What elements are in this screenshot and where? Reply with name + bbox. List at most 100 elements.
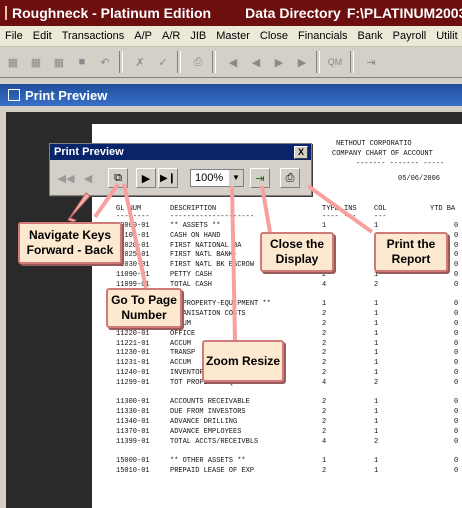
print-icon[interactable]: ⎙ <box>188 52 208 72</box>
report-divider: ------- ------- ----- <box>356 160 445 168</box>
floating-toolbar-titlebar[interactable]: Print Preview X <box>50 144 311 160</box>
menu-ap[interactable]: A/P <box>129 30 157 42</box>
row-col: 1 <box>374 271 379 279</box>
next-page-icon[interactable]: ▶ <box>136 168 156 188</box>
row-ytd: 0 <box>454 251 459 260</box>
row-ytd: 0 <box>454 457 459 466</box>
row-ytd: 0 <box>454 241 459 250</box>
table-row <box>92 389 462 398</box>
save-icon[interactable]: ■ <box>72 52 92 72</box>
table-row: 11220-01 OFFICE 2 1 0 <box>92 330 462 339</box>
report-title: COMPANY CHART OF ACCOUNT <box>332 150 433 158</box>
menu-utilities[interactable]: Utilit <box>431 30 462 42</box>
menu-jib[interactable]: JIB <box>185 30 211 42</box>
close-icon[interactable]: X <box>294 146 308 159</box>
next-record-icon[interactable]: ▶ <box>269 52 289 72</box>
first-record-icon[interactable]: ◀ <box>223 52 243 72</box>
table-row: 11340-01 ADVANCE DRILLING 2 1 0 <box>92 418 462 427</box>
app-titlebar: Roughneck - Platinum Edition Data Direct… <box>0 0 462 26</box>
row-type: 2 <box>322 320 327 328</box>
header-type: TYPE <box>322 205 339 213</box>
undo-icon[interactable]: ↶ <box>95 52 115 72</box>
zoom-value: 100% <box>195 172 224 184</box>
menu-bank[interactable]: Bank <box>353 30 388 42</box>
row-description: CASH ON HAND <box>170 231 221 240</box>
row-ytd: 0 <box>454 349 459 358</box>
row-gl: 11330-01 <box>116 408 150 417</box>
row-ytd: 0 <box>454 280 459 289</box>
qm-button[interactable]: QM <box>324 57 346 67</box>
row-col: 1 <box>374 398 379 407</box>
row-col: 1 <box>374 339 379 348</box>
print-icon[interactable]: ⎙ <box>280 168 300 188</box>
menu-close[interactable]: Close <box>255 30 293 42</box>
delete-icon[interactable]: ✗ <box>130 52 150 72</box>
report-company: NETHOUT CORPORATIO <box>336 140 412 148</box>
zoom-select[interactable]: 100% ▼ <box>190 169 244 187</box>
row-description: ACCOUNTS RECEIVABLE <box>170 398 250 407</box>
row-description: FIRST NATL BANK- <box>170 251 238 260</box>
goto-page-icon[interactable]: ⧉ <box>108 168 128 188</box>
row-description: FIRST NATL BK ESCROW <box>170 261 255 270</box>
row-description: ADVANCE DRILLING <box>170 418 238 426</box>
row-description: TRANSP <box>170 349 196 358</box>
row-ytd: 0 <box>454 359 459 368</box>
row-description: PETTY CASH <box>170 271 213 279</box>
menu-transactions[interactable]: Transactions <box>57 30 130 42</box>
menu-payroll[interactable]: Payroll <box>388 30 432 42</box>
table-row: 11370-01 ADVANCE EMPLOYEES 2 1 0 <box>92 428 462 437</box>
row-gl: 11299-01 <box>116 378 150 387</box>
prev-page-icon[interactable]: ◀ <box>78 168 98 188</box>
row-ytd: 0 <box>454 300 459 309</box>
callout-goto: Go To Page Number <box>106 288 182 328</box>
header-description: DESCRIPTION <box>170 205 217 213</box>
menu-ar[interactable]: A/R <box>157 30 185 42</box>
header-col: COL <box>374 205 387 213</box>
row-description: ** PROPERTY-EQUIPMENT ** <box>170 300 271 309</box>
row-ytd: 0 <box>454 261 459 270</box>
last-record-icon[interactable]: ▶ <box>292 52 312 72</box>
header-divider: -------- -------------------- ---- --- --- <box>116 213 387 221</box>
row-type: 2 <box>322 418 327 426</box>
print-preview-title: Print Preview <box>25 87 108 103</box>
menu-master[interactable]: Master <box>211 30 255 42</box>
row-ytd: 0 <box>454 329 459 338</box>
row-ytd: 0 <box>454 398 459 407</box>
table-row: 15000-01 ** OTHER ASSETS ** 1 1 0 <box>92 457 462 466</box>
row-col: 1 <box>374 300 379 309</box>
prev-record-icon[interactable]: ◀ <box>246 52 266 72</box>
menu-file[interactable]: File <box>0 30 28 42</box>
table-row <box>92 447 462 456</box>
row-description: ** OTHER ASSETS ** <box>170 457 246 466</box>
chevron-down-icon[interactable]: ▼ <box>229 170 243 186</box>
row-col: 1 <box>374 349 379 358</box>
close-display-icon[interactable]: ⇥ <box>250 168 270 188</box>
first-page-icon[interactable]: ◀◀ <box>56 168 76 188</box>
approve-icon[interactable]: ✓ <box>153 52 173 72</box>
exit-icon[interactable]: ⇥ <box>361 52 381 72</box>
print-preview-titlebar: Print Preview <box>0 84 462 106</box>
callout-close: Close the Display <box>260 232 334 272</box>
row-type: 4 <box>322 437 327 446</box>
row-col: 1 <box>374 320 379 328</box>
header-ytd: YTD BA <box>430 205 456 213</box>
row-ytd: 0 <box>454 369 459 377</box>
row-col: 1 <box>374 467 379 475</box>
menu-financials[interactable]: Financials <box>293 30 353 42</box>
row-type: 2 <box>322 369 327 377</box>
add-multi-icon[interactable]: ▦ <box>26 52 46 72</box>
table-row: 11330-01 DUE FROM INVESTORS 2 1 0 <box>92 408 462 417</box>
row-gl: 11399-01 <box>116 437 150 446</box>
row-col: 1 <box>374 427 379 436</box>
row-ytd: 0 <box>454 271 459 279</box>
row-col: 1 <box>374 418 379 426</box>
row-gl: 11220-01 <box>116 329 150 338</box>
last-page-icon[interactable]: ▶❙ <box>158 168 178 188</box>
edit-record-icon[interactable]: ▦ <box>49 52 69 72</box>
report-date: 05/06/2006 <box>398 175 441 183</box>
menu-edit[interactable]: Edit <box>28 30 57 42</box>
row-type: 2 <box>322 329 327 338</box>
add-record-icon[interactable]: ▦ <box>3 52 23 72</box>
row-col: 1 <box>374 457 379 466</box>
row-gl: 11300-01 <box>116 398 150 407</box>
